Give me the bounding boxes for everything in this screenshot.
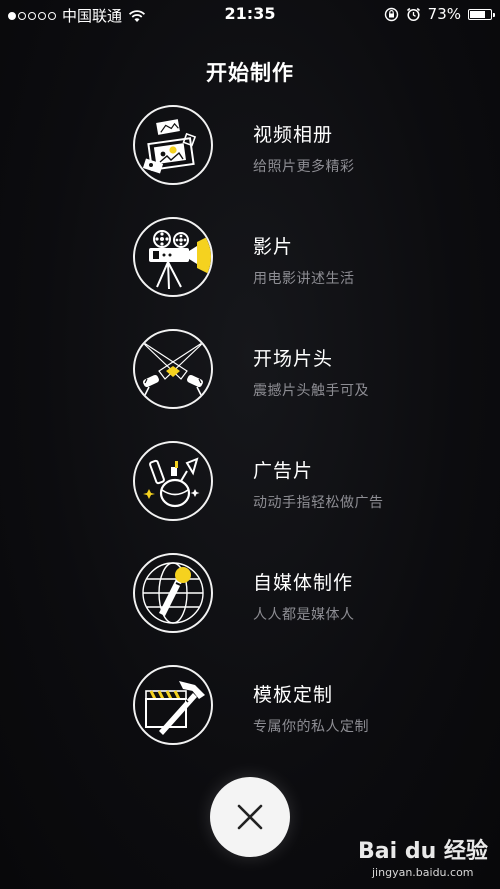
page-title: 开始制作 xyxy=(206,61,294,85)
cosmetics-icon xyxy=(133,441,213,521)
menu-item-self-media[interactable]: 自媒体制作 人人都是媒体人 xyxy=(133,553,433,637)
screen: 中国联通 21:35 73% 开始制作 视频相册 给照片更多精彩 影片 用电影讲… xyxy=(0,0,500,889)
menu-item-advertisement[interactable]: 广告片 动动手指轻松做广告 xyxy=(133,441,433,525)
menu-item-subtitle: 人人都是媒体人 xyxy=(253,607,355,623)
menu-item-title: 模板定制 xyxy=(253,684,334,706)
alarm-icon xyxy=(406,7,420,21)
close-icon xyxy=(237,804,263,830)
photo-album-icon xyxy=(133,105,213,185)
status-bar: 中国联通 21:35 73% xyxy=(0,0,500,30)
menu-item-subtitle: 专属你的私人定制 xyxy=(253,719,369,735)
battery-fill xyxy=(470,10,485,18)
menu-item-title: 视频相册 xyxy=(253,124,334,146)
menu-item-title: 自媒体制作 xyxy=(253,572,354,594)
menu-item-subtitle: 动动手指轻松做广告 xyxy=(253,495,384,511)
spotlight-icon xyxy=(133,329,213,409)
menu-item-title: 开场片头 xyxy=(253,348,334,370)
status-right: 73% xyxy=(384,5,495,23)
watermark: Bai du 经验 jingyan.baidu.com xyxy=(356,833,496,885)
microphone-globe-icon xyxy=(133,553,213,633)
watermark-url: jingyan.baidu.com xyxy=(372,866,474,879)
battery-percent: 73% xyxy=(427,5,461,23)
menu-item-subtitle: 用电影讲述生活 xyxy=(253,271,355,287)
menu-item-template-custom[interactable]: 模板定制 专属你的私人定制 xyxy=(133,665,433,749)
menu-item-subtitle: 震撼片头触手可及 xyxy=(253,383,369,399)
battery-icon xyxy=(468,8,495,20)
watermark-logo: Bai du 经验 xyxy=(358,839,488,864)
orientation-lock-icon xyxy=(384,7,398,21)
menu-item-film[interactable]: 影片 用电影讲述生活 xyxy=(133,217,433,301)
menu-item-subtitle: 给照片更多精彩 xyxy=(253,159,355,175)
menu-item-opening-title[interactable]: 开场片头 震撼片头触手可及 xyxy=(133,329,433,413)
film-camera-icon xyxy=(133,217,213,297)
menu-item-video-album[interactable]: 视频相册 给照片更多精彩 xyxy=(133,105,433,189)
clapper-hammer-icon xyxy=(133,665,213,745)
menu-item-title: 广告片 xyxy=(253,460,314,482)
menu-item-title: 影片 xyxy=(253,236,294,258)
close-button[interactable] xyxy=(210,777,290,857)
